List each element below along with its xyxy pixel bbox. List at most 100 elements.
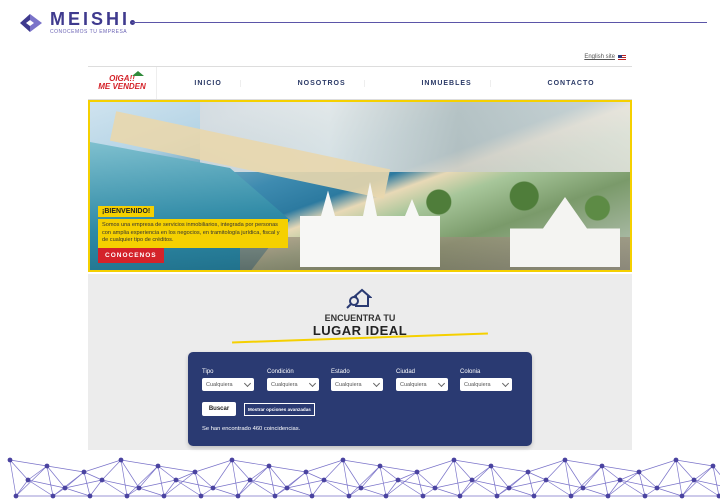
network-link bbox=[656, 459, 677, 489]
network-link bbox=[360, 487, 387, 497]
network-node bbox=[543, 477, 549, 483]
network-link bbox=[175, 479, 214, 489]
select-value: Cualquiera bbox=[206, 381, 233, 388]
network-link bbox=[83, 471, 103, 481]
network-link bbox=[397, 471, 418, 481]
network-node bbox=[229, 457, 235, 463]
network-node bbox=[161, 493, 167, 499]
network-link bbox=[564, 459, 572, 497]
network-node bbox=[50, 493, 56, 499]
network-node bbox=[62, 485, 68, 491]
network-node bbox=[432, 485, 438, 491]
network-node bbox=[414, 469, 420, 475]
network-link bbox=[126, 465, 159, 497]
nav-inmuebles[interactable]: INMUEBLES bbox=[403, 79, 491, 87]
estado-select[interactable]: Cualquiera bbox=[331, 378, 383, 391]
network-link bbox=[194, 459, 233, 473]
network-link bbox=[601, 465, 640, 473]
nav-contacto[interactable]: CONTACTO bbox=[530, 80, 613, 87]
welcome-title: ¡BIENVENIDO! bbox=[98, 206, 155, 217]
welcome-box: ¡BIENVENIDO! Somos una empresa de servic… bbox=[98, 200, 288, 263]
network-link bbox=[693, 465, 714, 481]
nav-nosotros[interactable]: NOSOTROS bbox=[280, 79, 365, 87]
network-link bbox=[570, 465, 603, 497]
colonia-select[interactable]: Cualquiera bbox=[460, 378, 512, 391]
network-node bbox=[654, 485, 660, 491]
network-node bbox=[716, 493, 720, 499]
finder-title-line1: ENCUENTRA TU bbox=[324, 313, 396, 323]
network-node bbox=[642, 493, 648, 499]
conocenos-button[interactable]: CONOCENOS bbox=[98, 248, 164, 263]
nav-inicio[interactable]: INICIO bbox=[176, 79, 241, 87]
select-value: Cualquiera bbox=[335, 381, 362, 388]
network-node bbox=[192, 469, 198, 475]
chevron-down-icon bbox=[437, 379, 446, 388]
field-label: Tipo bbox=[202, 369, 214, 375]
network-link bbox=[582, 487, 609, 497]
field-tipo: Tipo Cualquiera bbox=[202, 369, 254, 391]
select-value: Cualquiera bbox=[464, 381, 491, 388]
advanced-options-button[interactable]: Mostrar opciones avanzadas bbox=[244, 403, 315, 416]
network-link bbox=[508, 479, 547, 489]
network-link bbox=[385, 471, 418, 497]
network-link bbox=[434, 487, 461, 497]
language-link-label[interactable]: English site bbox=[584, 54, 615, 60]
network-decoration bbox=[7, 457, 720, 499]
network-node bbox=[346, 493, 352, 499]
network-link bbox=[656, 479, 695, 489]
field-colonia: Colonia Cualquiera bbox=[460, 369, 512, 391]
network-link bbox=[268, 465, 307, 473]
network-link bbox=[120, 459, 159, 467]
network-node bbox=[488, 463, 494, 469]
brand-name: MEISHI bbox=[50, 9, 131, 29]
welcome-text: Somos una empresa de servicios inmobilia… bbox=[98, 219, 288, 248]
network-node bbox=[562, 457, 568, 463]
meishi-mark-icon bbox=[20, 13, 42, 32]
network-node bbox=[525, 469, 531, 475]
network-node bbox=[383, 493, 389, 499]
condicion-select[interactable]: Cualquiera bbox=[267, 378, 319, 391]
network-link bbox=[120, 459, 128, 497]
network-node bbox=[377, 463, 383, 469]
network-link bbox=[286, 479, 325, 489]
oiga-logo[interactable]: OIGA!! ME VENDEN bbox=[88, 67, 157, 99]
network-node bbox=[87, 493, 93, 499]
network-node bbox=[13, 493, 19, 499]
network-link bbox=[249, 465, 270, 481]
network-link bbox=[416, 459, 455, 473]
network-link bbox=[397, 479, 436, 489]
select-value: Cualquiera bbox=[400, 381, 427, 388]
network-node bbox=[506, 485, 512, 491]
network-link bbox=[545, 479, 584, 489]
network-node bbox=[284, 485, 290, 491]
network-link bbox=[619, 471, 640, 481]
ciudad-select[interactable]: Cualquiera bbox=[396, 378, 448, 391]
network-node bbox=[457, 493, 463, 499]
network-link bbox=[64, 487, 91, 497]
network-link bbox=[379, 465, 418, 473]
network-link bbox=[453, 459, 492, 467]
network-link bbox=[9, 459, 48, 467]
network-node bbox=[266, 463, 272, 469]
network-link bbox=[163, 471, 196, 497]
network-link bbox=[638, 471, 658, 489]
network-link bbox=[120, 459, 140, 489]
network-node bbox=[321, 477, 327, 483]
network-node bbox=[118, 457, 124, 463]
chevron-down-icon bbox=[372, 379, 381, 388]
tipo-select[interactable]: Cualquiera bbox=[202, 378, 254, 391]
network-link bbox=[490, 465, 498, 497]
network-link bbox=[323, 479, 362, 489]
network-link bbox=[27, 465, 48, 481]
search-button[interactable]: Buscar bbox=[202, 402, 236, 416]
network-link bbox=[64, 479, 103, 489]
network-node bbox=[309, 493, 315, 499]
field-label: Ciudad bbox=[396, 369, 416, 375]
network-node bbox=[198, 493, 204, 499]
field-label: Colonia bbox=[460, 369, 481, 375]
language-link[interactable]: English site bbox=[584, 54, 626, 60]
network-link bbox=[342, 459, 350, 497]
network-link bbox=[268, 465, 276, 497]
field-estado: Estado Cualquiera bbox=[331, 369, 383, 391]
network-node bbox=[303, 469, 309, 475]
